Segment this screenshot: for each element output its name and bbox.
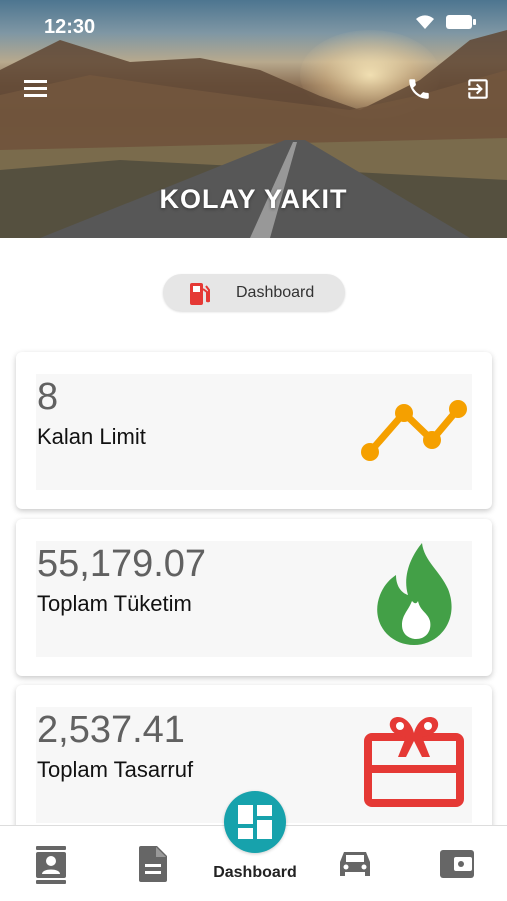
toplam-tasarruf-label: Toplam Tasarruf [37,757,194,782]
toplam-tuketim-card[interactable]: 55,179.07 Toplam Tüketim [16,519,492,676]
flame-icon [377,543,452,645]
battery-icon [446,15,476,29]
toplam-tuketim-label: Toplam Tüketim [37,591,192,616]
toplam-tasarruf-value: 2,537.41 [37,709,185,751]
car-icon[interactable] [338,850,372,878]
kalan-limit-card[interactable]: 8 Kalan Limit [16,352,492,509]
document-icon[interactable] [139,846,167,882]
wifi-icon [416,15,434,29]
dashboard-chip-label: Dashboard [236,284,315,301]
fuel-pump-icon [190,283,210,305]
menu-icon[interactable] [24,78,48,98]
contact-card-icon[interactable] [34,846,68,884]
gift-card-icon [364,717,464,807]
status-time: 12:30 [44,16,96,38]
kalan-limit-value: 8 [37,376,59,418]
phone-icon[interactable] [406,76,432,102]
header-banner: 12:30 KOLAY YAKIT [0,0,507,238]
kalan-limit-label: Kalan Limit [37,424,146,449]
trend-line-icon [361,400,467,461]
dashboard-nav-label[interactable]: Dashboard [200,864,310,882]
app-title: KOLAY YAKIT [159,184,348,214]
dashboard-fab[interactable] [224,791,286,853]
logout-icon[interactable] [465,76,491,102]
dashboard-icon [238,805,272,839]
dashboard-chip[interactable]: Dashboard [163,274,345,311]
toplam-tuketim-value: 55,179.07 [37,543,207,585]
status-icons [415,14,477,30]
wallet-icon[interactable] [440,850,474,878]
